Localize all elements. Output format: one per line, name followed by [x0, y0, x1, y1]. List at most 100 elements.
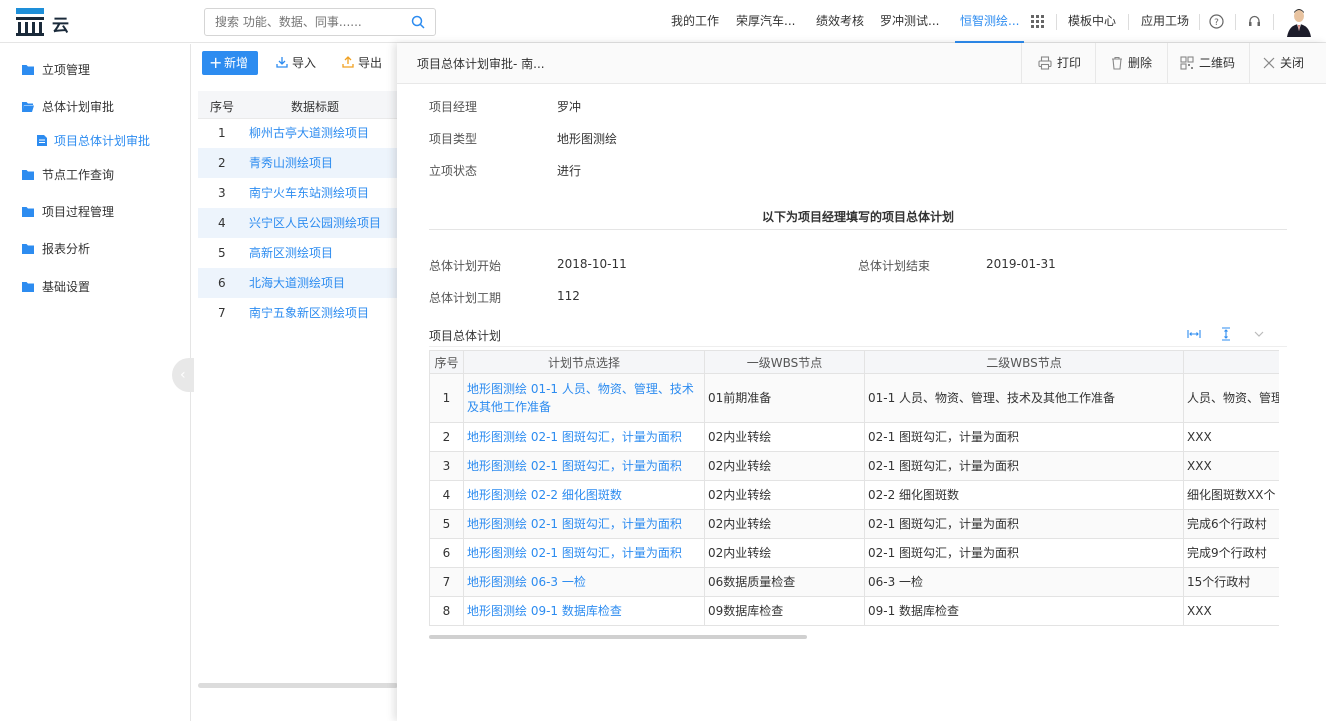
- cell-node[interactable]: 地形图测绘 02-1 图斑勾汇，计量为面积: [463, 509, 705, 539]
- sidebar-item-process-management[interactable]: 项目过程管理: [0, 194, 191, 230]
- help-icon[interactable]: ?: [1209, 14, 1224, 29]
- sidebar-item-project-plan-approval[interactable]: 项目总体计划审批: [0, 123, 191, 159]
- nav-divider: [1273, 14, 1274, 30]
- delete-button[interactable]: 删除: [1095, 43, 1167, 84]
- cell-extra: 细化图斑数XX个: [1183, 480, 1279, 510]
- folder-open-icon: [22, 102, 34, 112]
- qrcode-button[interactable]: 二维码: [1167, 43, 1249, 84]
- top-bar: 云 我的工作 荣厚汽车... 绩效考核 罗冲测试... 恒智测绘... 模板中心…: [0, 0, 1326, 43]
- manager-label: 项目经理: [429, 100, 478, 114]
- cell-node[interactable]: 地形图测绘 02-1 图斑勾汇，计量为面积: [463, 451, 705, 481]
- search-icon[interactable]: [411, 15, 425, 29]
- list-item-title[interactable]: 柳州古亭大道测绘项目: [249, 118, 369, 148]
- list-item-index: 2: [218, 156, 226, 170]
- table-row[interactable]: 7 地形图测绘 06-3 一检 06数据质量检查 06-3 一检 15个行政村: [429, 567, 1279, 597]
- type-value: 地形图测绘: [557, 132, 618, 146]
- list-item-title[interactable]: 青秀山测绘项目: [249, 148, 333, 178]
- list-item-title[interactable]: 南宁火车东站测绘项目: [249, 178, 369, 208]
- nav-performance[interactable]: 绩效考核: [816, 0, 864, 43]
- grid-apps-icon[interactable]: [1031, 15, 1044, 28]
- list-item[interactable]: 6 北海大道测绘项目: [198, 268, 398, 298]
- cell-wbs2: 09-1 数据库检查: [864, 596, 1184, 626]
- headset-icon[interactable]: [1247, 14, 1262, 29]
- table-row[interactable]: 4 地形图测绘 02-2 细化图斑数 02内业转绘 02-2 细化图斑数 细化图…: [429, 480, 1279, 510]
- nav-ronghou[interactable]: 荣厚汽车...: [736, 0, 795, 43]
- list-horizontal-scrollbar[interactable]: [198, 683, 398, 688]
- chevron-left-icon: ‹: [180, 367, 186, 383]
- cell-wbs2: 02-1 图斑勾汇，计量为面积: [864, 451, 1184, 481]
- print-button[interactable]: 打印: [1021, 43, 1095, 84]
- list-item-title[interactable]: 兴宁区人民公园测绘项目: [249, 208, 381, 238]
- cell-extra: 完成6个行政村: [1183, 509, 1279, 539]
- col-header-node: 计划节点选择: [463, 350, 705, 374]
- expand-height-icon[interactable]: [1219, 327, 1233, 341]
- table-row[interactable]: 5 地形图测绘 02-1 图斑勾汇，计量为面积 02内业转绘 02-1 图斑勾汇…: [429, 509, 1279, 539]
- list-item[interactable]: 4 兴宁区人民公园测绘项目: [198, 208, 398, 238]
- nav-divider: [1056, 14, 1057, 30]
- table-row[interactable]: 3 地形图测绘 02-1 图斑勾汇，计量为面积 02内业转绘 02-1 图斑勾汇…: [429, 451, 1279, 481]
- cell-node[interactable]: 地形图测绘 01-1 人员、物资、管理、技术及其他工作准备: [463, 373, 705, 423]
- cell-node[interactable]: 地形图测绘 02-2 细化图斑数: [463, 480, 705, 510]
- nav-my-work[interactable]: 我的工作: [671, 0, 719, 43]
- nav-hengzhi[interactable]: 恒智测绘...: [955, 0, 1025, 43]
- cell-extra: 人员、物资、管理: [1183, 373, 1279, 423]
- export-icon: [342, 56, 354, 68]
- list-item-title[interactable]: 北海大道测绘项目: [249, 268, 345, 298]
- section-title: 以下为项目经理填写的项目总体计划: [762, 210, 955, 224]
- close-button-label: 关闭: [1280, 56, 1305, 70]
- search-input[interactable]: [205, 9, 395, 35]
- chevron-down-icon[interactable]: [1252, 327, 1266, 341]
- list-item[interactable]: 5 高新区测绘项目: [198, 238, 398, 268]
- list-header: 序号 数据标题: [198, 91, 398, 119]
- cell-wbs1: 02内业转绘: [704, 480, 865, 510]
- printer-icon: [1038, 56, 1052, 70]
- table-row[interactable]: 8 地形图测绘 09-1 数据库检查 09数据库检查 09-1 数据库检查 XX…: [429, 596, 1279, 626]
- cell-extra: XXX: [1183, 596, 1279, 626]
- list-item-title[interactable]: 高新区测绘项目: [249, 238, 333, 268]
- cell-wbs2: 02-1 图斑勾汇，计量为面积: [864, 538, 1184, 568]
- sidebar: 立项管理 总体计划审批 项目总体计划审批 节点工作查询 项目过程管理 报表分析 …: [0, 44, 191, 721]
- plus-icon: +: [209, 53, 223, 72]
- print-button-label: 打印: [1057, 56, 1082, 70]
- sidebar-item-label: 报表分析: [42, 242, 91, 256]
- sidebar-item-project-setup[interactable]: 立项管理: [0, 52, 191, 88]
- list-item[interactable]: 2 青秀山测绘项目: [198, 148, 398, 178]
- cell-node[interactable]: 地形图测绘 09-1 数据库检查: [463, 596, 705, 626]
- sidebar-item-reports[interactable]: 报表分析: [0, 231, 191, 267]
- import-icon: [276, 57, 288, 68]
- nav-divider: [1128, 14, 1129, 30]
- table-row[interactable]: 6 地形图测绘 02-1 图斑勾汇，计量为面积 02内业转绘 02-1 图斑勾汇…: [429, 538, 1279, 568]
- add-button[interactable]: + 新增: [202, 51, 258, 75]
- cell-extra: 15个行政村: [1183, 567, 1279, 597]
- user-avatar-icon[interactable]: [1287, 7, 1311, 37]
- table-label: 项目总体计划: [429, 329, 502, 343]
- sidebar-item-plan-approval[interactable]: 总体计划审批: [0, 89, 191, 125]
- list-item[interactable]: 3 南宁火车东站测绘项目: [198, 178, 398, 208]
- cell-node[interactable]: 地形图测绘 06-3 一检: [463, 567, 705, 597]
- close-icon: [1263, 57, 1275, 69]
- search-box[interactable]: [204, 8, 436, 36]
- nav-divider: [1235, 14, 1236, 30]
- expand-width-icon[interactable]: [1187, 327, 1201, 341]
- sidebar-item-label: 节点工作查询: [42, 168, 115, 182]
- list-item[interactable]: 1 柳州古亭大道测绘项目: [198, 118, 398, 148]
- nav-app-factory[interactable]: 应用工场: [1141, 0, 1189, 43]
- cell-node[interactable]: 地形图测绘 02-1 图斑勾汇，计量为面积: [463, 422, 705, 452]
- table-row[interactable]: 2 地形图测绘 02-1 图斑勾汇，计量为面积 02内业转绘 02-1 图斑勾汇…: [429, 422, 1279, 452]
- logo-icon: [16, 8, 44, 36]
- type-label: 项目类型: [429, 132, 478, 146]
- sidebar-item-node-query[interactable]: 节点工作查询: [0, 157, 191, 193]
- nav-luochong-test[interactable]: 罗冲测试...: [880, 0, 939, 43]
- cell-node[interactable]: 地形图测绘 02-1 图斑勾汇，计量为面积: [463, 538, 705, 568]
- cell-index: 4: [429, 480, 464, 510]
- nav-template-center[interactable]: 模板中心: [1068, 0, 1116, 43]
- table-horizontal-scrollbar[interactable]: [429, 635, 807, 639]
- list-item[interactable]: 7 南宁五象新区测绘项目: [198, 298, 398, 328]
- sidebar-item-label: 立项管理: [42, 63, 91, 77]
- table-row[interactable]: 1 地形图测绘 01-1 人员、物资、管理、技术及其他工作准备 01前期准备 0…: [429, 373, 1279, 423]
- close-button[interactable]: 关闭: [1249, 43, 1326, 84]
- list-item-title[interactable]: 南宁五象新区测绘项目: [249, 298, 369, 328]
- sidebar-item-basic-settings[interactable]: 基础设置: [0, 269, 191, 305]
- cell-extra: XXX: [1183, 451, 1279, 481]
- nav-divider: [1199, 14, 1200, 30]
